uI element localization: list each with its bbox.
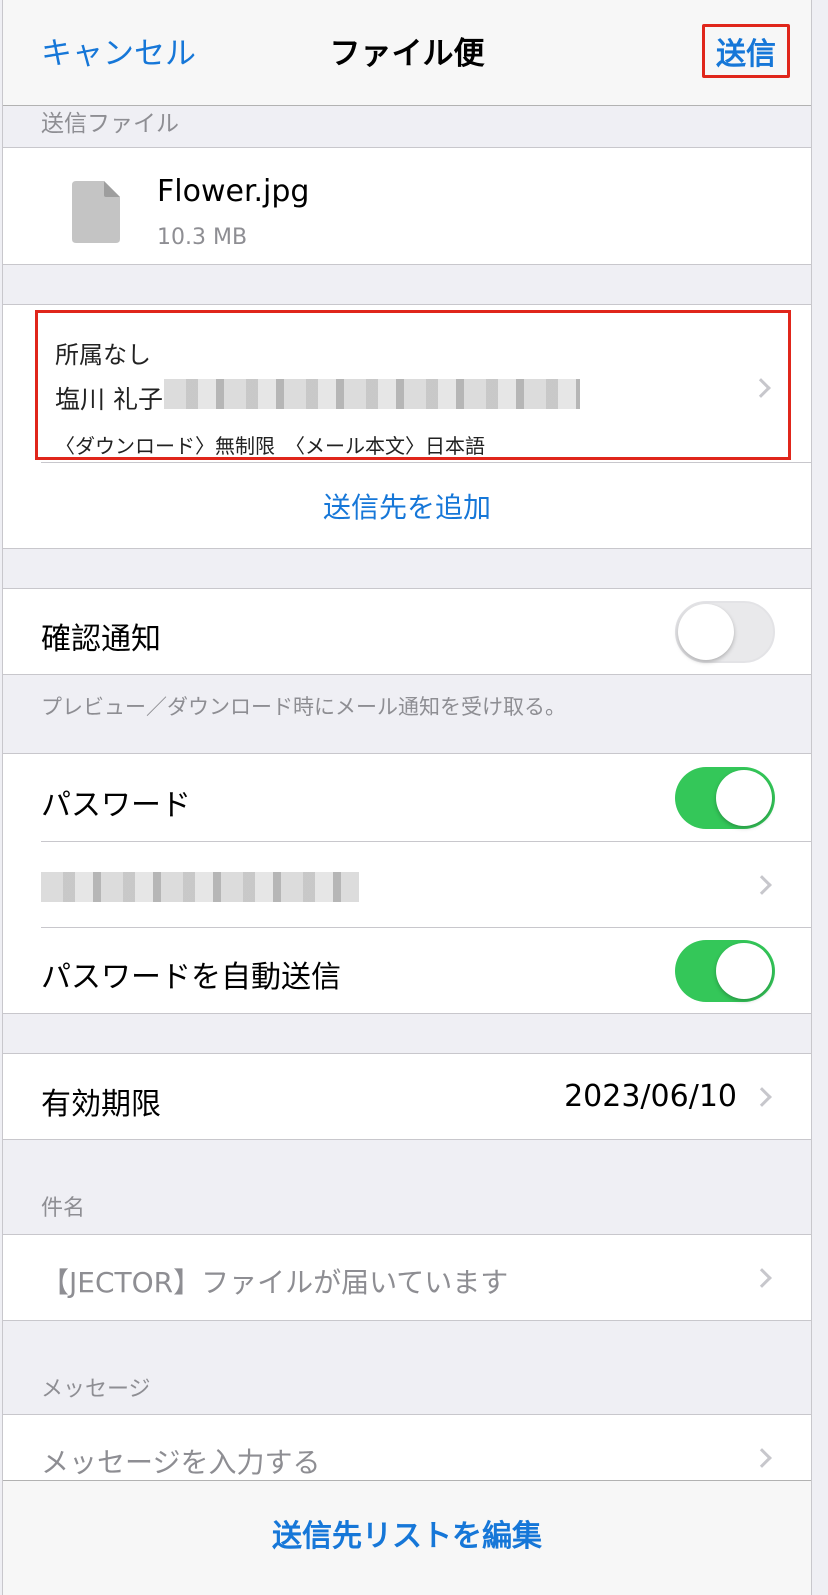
- toggle-knob: [716, 943, 772, 999]
- recipient-group: 所属なし 塩川 礼子 〈ダウンロード〉無制限 〈メール本文〉日本語 送信先を追加: [3, 304, 811, 549]
- message-placeholder: メッセージを入力する: [41, 1446, 321, 1479]
- send-file-header: 送信ファイル: [41, 111, 179, 137]
- subject-value: 【JECTOR】ファイルが届いています: [41, 1266, 509, 1299]
- add-recipient-button[interactable]: 送信先を追加: [3, 486, 811, 526]
- chevron-right-icon: [751, 378, 771, 398]
- confirm-notification-label: 確認通知: [41, 622, 161, 657]
- page-title: ファイル便: [329, 36, 485, 72]
- recipient-card[interactable]: 所属なし 塩川 礼子 〈ダウンロード〉無制限 〈メール本文〉日本語: [35, 310, 791, 460]
- toggle-knob: [716, 770, 772, 826]
- confirm-notification-toggle[interactable]: [675, 601, 775, 663]
- bottom-toolbar: 送信先リストを編集: [3, 1480, 811, 1595]
- password-value-redacted: [41, 872, 359, 902]
- expiry-label: 有効期限: [41, 1087, 161, 1122]
- password-value-row[interactable]: [3, 842, 811, 928]
- file-card: Flower.jpg 10.3 MB: [3, 147, 811, 265]
- confirm-notification-group: 確認通知: [3, 588, 811, 675]
- chevron-right-icon: [752, 1087, 772, 1107]
- chevron-right-icon: [752, 1268, 772, 1288]
- password-label: パスワード: [41, 788, 191, 823]
- confirm-notification-footer: プレビュー／ダウンロード時にメール通知を受け取る。: [41, 695, 566, 719]
- chevron-right-icon: [752, 1448, 772, 1468]
- expiry-group[interactable]: 有効期限 2023/06/10: [3, 1053, 811, 1140]
- toggle-knob: [678, 604, 734, 660]
- message-header: メッセージ: [41, 1377, 151, 1402]
- recipient-email-redacted: [164, 379, 580, 409]
- password-toggle[interactable]: [675, 767, 775, 829]
- subject-header: 件名: [41, 1196, 86, 1221]
- password-auto-send-toggle[interactable]: [675, 940, 775, 1002]
- subject-row[interactable]: 【JECTOR】ファイルが届いています: [3, 1234, 811, 1321]
- file-size: 10.3 MB: [157, 225, 248, 250]
- recipient-name: 塩川 礼子: [55, 385, 163, 414]
- edit-recipient-list-button[interactable]: 送信先リストを編集: [3, 1511, 811, 1555]
- document-icon: [72, 181, 120, 243]
- recipient-group-name: 所属なし: [55, 341, 151, 369]
- navigation-bar: キャンセル ファイル便 送信: [3, 0, 811, 106]
- send-button[interactable]: 送信: [702, 24, 790, 78]
- password-group: パスワード パスワードを自動送信: [3, 753, 811, 1014]
- recipient-details: 〈ダウンロード〉無制限 〈メール本文〉日本語: [55, 434, 485, 458]
- expiry-value: 2023/06/10: [564, 1079, 737, 1114]
- password-auto-send-label: パスワードを自動送信: [41, 960, 341, 995]
- app-frame: キャンセル ファイル便 送信 送信ファイル Flower.jpg 10.3 MB…: [2, 0, 812, 1595]
- file-name: Flower.jpg: [157, 174, 310, 209]
- chevron-right-icon: [752, 875, 772, 895]
